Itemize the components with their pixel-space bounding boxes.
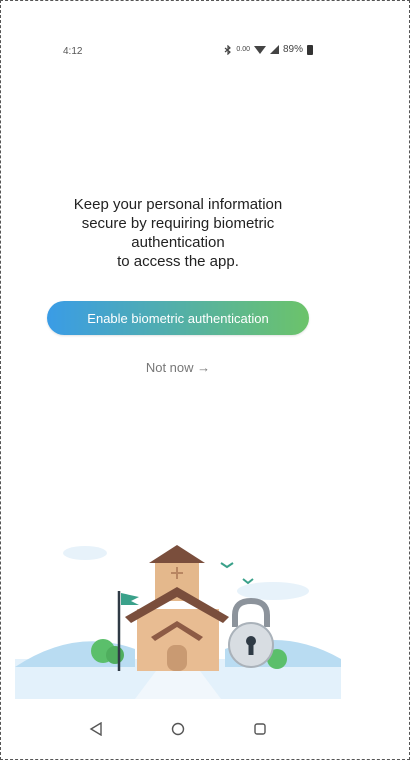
status-time: 4:12 — [63, 46, 83, 57]
biometric-message: Keep your personal information secure by… — [73, 196, 283, 270]
home-icon[interactable] — [158, 714, 198, 744]
signal-icon — [269, 45, 279, 54]
screenshot-frame: 4:12 0.00 89% Keep your personal informa… — [0, 0, 410, 760]
phone-screen: 4:12 0.00 89% Keep your personal informa… — [15, 19, 341, 749]
network-rate: 0.00 — [236, 46, 250, 53]
recents-icon[interactable] — [240, 714, 280, 744]
battery-icon — [307, 44, 313, 55]
status-bar: 4:12 0.00 89% — [15, 43, 341, 63]
status-icons: 0.00 89% — [224, 44, 313, 55]
not-now-link[interactable]: Not now → — [15, 360, 341, 375]
navigation-bar — [15, 709, 341, 749]
house-lock-illustration — [15, 545, 341, 699]
wifi-icon — [253, 45, 266, 54]
battery-percent: 89% — [282, 44, 303, 55]
enable-biometric-button[interactable]: Enable biometric authentication — [47, 301, 309, 335]
bluetooth-icon — [224, 44, 232, 55]
back-icon[interactable] — [76, 714, 116, 744]
